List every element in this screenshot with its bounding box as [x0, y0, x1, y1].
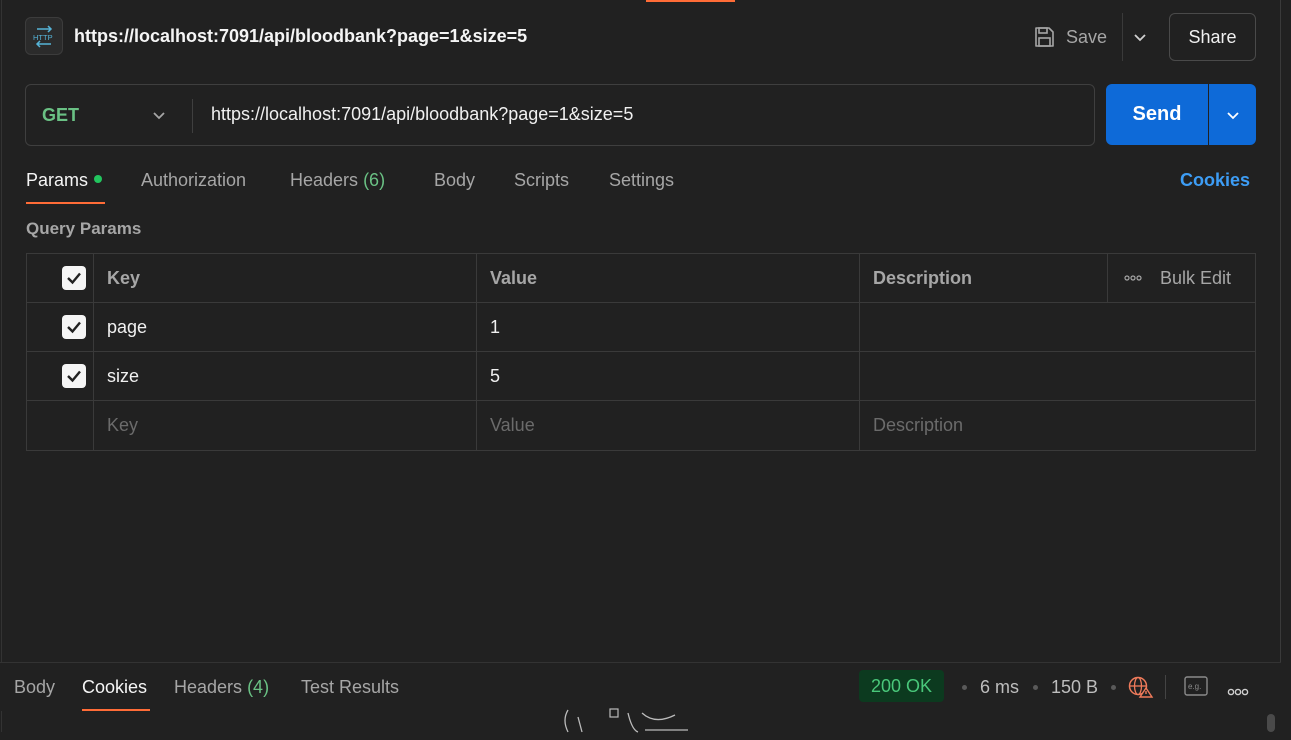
url-divider [192, 99, 193, 133]
table-header-row: Key Value Description Bulk Edit [27, 254, 1255, 303]
column-header-description: Description [873, 267, 973, 288]
status-badge[interactable]: 200 OK [859, 670, 945, 702]
bulk-edit-label: Bulk Edit [1160, 267, 1232, 288]
tab-scripts[interactable]: Scripts [514, 170, 569, 191]
param-description-cell[interactable] [860, 303, 1255, 351]
table-row: page 1 [27, 303, 1255, 352]
param-description-cell[interactable] [860, 352, 1255, 400]
tab-params[interactable]: Params [26, 170, 103, 191]
response-tab-headers-label: Headers [174, 677, 243, 697]
bulk-edit-button[interactable]: Bulk Edit [1107, 254, 1255, 302]
param-key-input[interactable]: Key [94, 401, 477, 450]
share-button[interactable]: Share [1169, 13, 1256, 61]
row-checkbox-cell [27, 352, 94, 400]
tab-body[interactable]: Body [434, 170, 475, 191]
param-value-cell[interactable]: 5 [477, 352, 860, 400]
save-options-button[interactable] [1122, 13, 1157, 61]
query-params-table: Key Value Description Bulk Edit page 1 s… [26, 253, 1256, 451]
separator-dot [1111, 685, 1116, 690]
method-label: GET [42, 104, 80, 125]
param-value-cell[interactable]: 1 [477, 303, 860, 351]
response-tab-headers[interactable]: Headers (4) [174, 677, 269, 698]
request-title[interactable]: https://localhost:7091/api/bloodbank?pag… [74, 26, 527, 47]
active-tab-indicator [646, 0, 735, 2]
table-row: size 5 [27, 352, 1255, 401]
tab-headers[interactable]: Headers (6) [290, 170, 385, 191]
url-bar: GET https://localhost:7091/api/bloodbank… [25, 84, 1095, 146]
tab-params-underline [26, 202, 105, 204]
param-value-input[interactable]: Value [477, 401, 860, 450]
header-checkbox-cell [27, 254, 94, 302]
send-options-button[interactable] [1209, 84, 1256, 145]
query-params-title: Query Params [26, 219, 142, 238]
http-icon: HTTP [25, 17, 63, 55]
svg-text:HTTP: HTTP [33, 33, 53, 42]
column-header-key: Key [94, 254, 477, 302]
param-description-input[interactable]: Description [860, 401, 1255, 450]
check-icon [66, 370, 81, 383]
chevron-down-icon [1226, 111, 1239, 119]
save-as-example-button[interactable]: e.g. [1184, 676, 1208, 701]
cookies-link[interactable]: Cookies [1180, 170, 1250, 191]
response-tab-test-results[interactable]: Test Results [301, 677, 399, 698]
table-row-empty: Key Value Description [27, 401, 1255, 450]
example-icon-label: e.g. [1188, 682, 1201, 691]
scrollbar-thumb[interactable] [1267, 714, 1275, 732]
response-tab-underline [82, 709, 150, 711]
tab-headers-label: Headers [290, 170, 359, 190]
row-checkbox[interactable] [61, 364, 86, 388]
save-label: Save [1066, 26, 1108, 47]
window-left-border [1, 0, 2, 732]
save-icon [1035, 27, 1054, 47]
param-key-cell[interactable]: page [94, 303, 477, 351]
more-horizontal-icon [1124, 275, 1142, 281]
response-tab-cookies[interactable]: Cookies [82, 677, 147, 698]
tab-authorization[interactable]: Authorization [141, 170, 246, 191]
tab-settings[interactable]: Settings [609, 170, 674, 191]
empty-state-illustration [560, 705, 690, 740]
tab-headers-count: (6) [363, 170, 386, 190]
select-all-checkbox[interactable] [61, 266, 86, 290]
response-size[interactable]: 150 B [1051, 677, 1098, 698]
params-active-dot [94, 175, 103, 184]
column-header-value: Value [477, 254, 860, 302]
separator-dot [1033, 685, 1038, 690]
response-bar: Body Cookies Headers (4) Test Results 20… [0, 662, 1281, 711]
panel-divider [1280, 0, 1281, 662]
chevron-down-icon [153, 112, 165, 120]
more-horizontal-icon [1227, 688, 1249, 696]
empty-checkbox-cell [27, 401, 94, 450]
network-warning-icon[interactable] [1128, 675, 1154, 704]
method-select[interactable]: GET [26, 85, 192, 145]
check-icon [66, 321, 81, 334]
response-tab-headers-count: (4) [247, 677, 270, 697]
row-checkbox-cell [27, 303, 94, 351]
save-button[interactable]: Save [1032, 20, 1107, 54]
row-checkbox[interactable] [61, 315, 86, 339]
url-input[interactable]: https://localhost:7091/api/bloodbank?pag… [211, 104, 633, 125]
more-options-button[interactable] [1227, 683, 1249, 701]
vertical-separator [1165, 675, 1166, 699]
send-button[interactable]: Send [1106, 84, 1208, 145]
chevron-down-icon [1134, 34, 1146, 42]
example-icon: e.g. [1184, 676, 1208, 696]
response-time[interactable]: 6 ms [980, 677, 1019, 698]
check-icon [66, 272, 81, 285]
response-tab-body[interactable]: Body [14, 677, 55, 698]
separator-dot [962, 685, 967, 690]
tab-params-label: Params [26, 170, 89, 190]
param-key-cell[interactable]: size [94, 352, 477, 400]
